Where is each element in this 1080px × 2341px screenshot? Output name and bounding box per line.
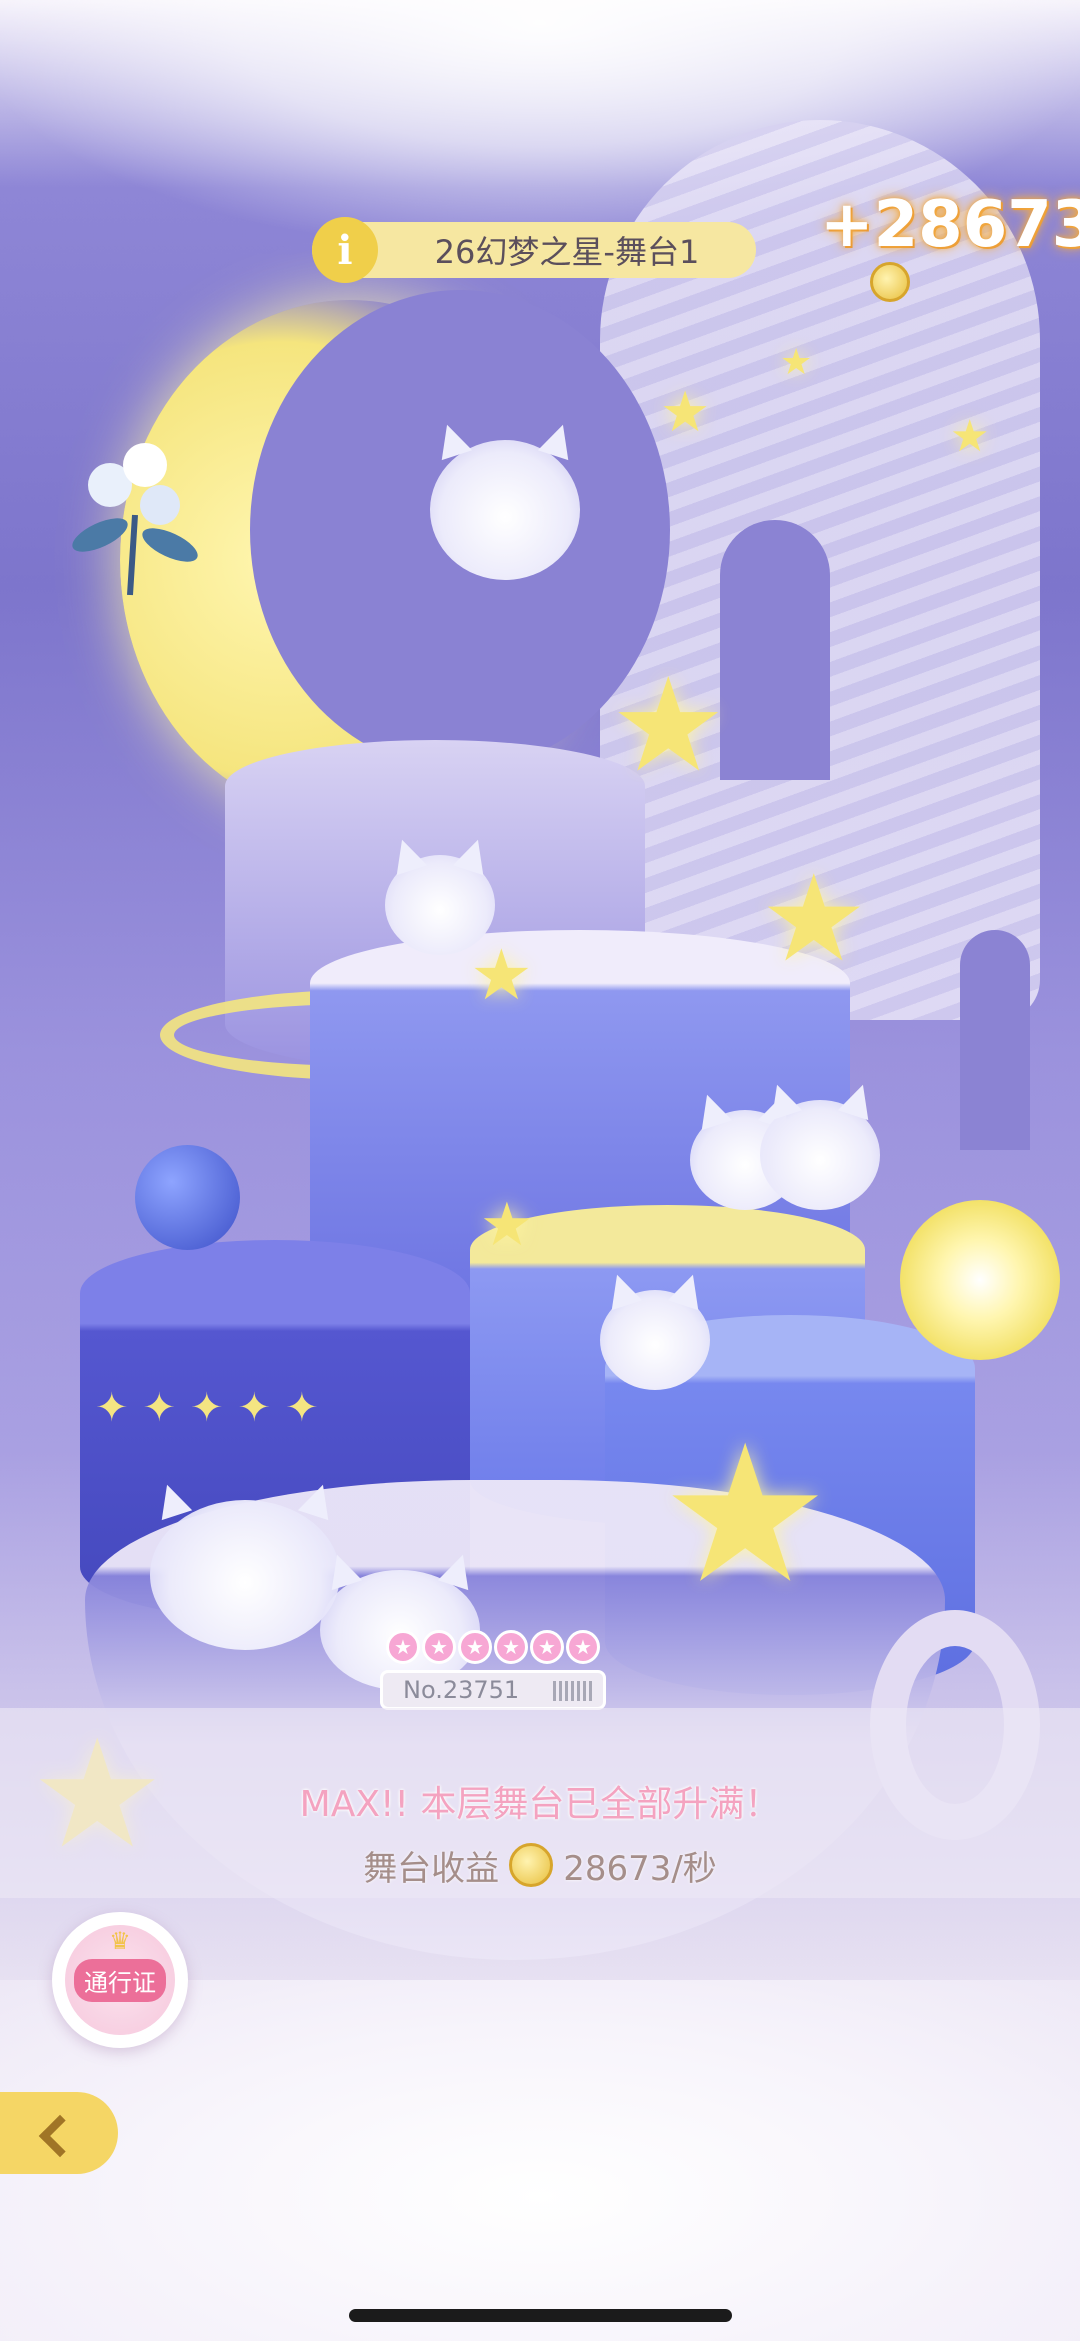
- stage-rating-stars: ★ ★ ★ ★ ★ ★: [378, 1630, 608, 1670]
- stage-number: No.23751: [403, 1676, 520, 1704]
- stage-number-plate: No.23751: [380, 1670, 606, 1710]
- cat-bubble: [760, 1100, 880, 1210]
- barcode-icon: [553, 1681, 593, 1701]
- stage-badge: ★ ★ ★ ★ ★ ★ No.23751: [378, 1630, 608, 1714]
- diamond-pattern: ✦✦✦✦✦: [95, 1385, 333, 1431]
- cloud-floor: [0, 1980, 1080, 2341]
- rating-star: ★: [566, 1630, 600, 1664]
- back-button[interactable]: [0, 2092, 118, 2174]
- stage-earnings-row: 舞台收益 28673/秒: [0, 1840, 1080, 1890]
- earnings-label: 舞台收益: [363, 1848, 500, 1889]
- rating-star: ★: [494, 1630, 528, 1664]
- home-indicator[interactable]: [349, 2309, 732, 2322]
- heart-orb: [900, 1200, 1060, 1360]
- coin-icon: [509, 1843, 554, 1887]
- rating-star: ★: [530, 1630, 564, 1664]
- rating-star: ★: [386, 1630, 420, 1664]
- star-decoration: ★: [610, 649, 727, 801]
- star-decoration: ★: [470, 934, 533, 1016]
- cat-bubble-hanging: [430, 440, 580, 580]
- rating-star: ★: [458, 1630, 492, 1664]
- earnings-value: 28673/秒: [563, 1848, 717, 1889]
- white-flowers-decoration: [60, 425, 210, 605]
- sleeping-cat: [150, 1500, 340, 1650]
- income-popup: +28673: [820, 188, 1080, 262]
- rating-star: ★: [422, 1630, 456, 1664]
- pass-button[interactable]: ♛ 通行证: [52, 1912, 188, 2048]
- star-decoration: ★: [760, 850, 868, 989]
- star-ball-decoration: [135, 1145, 240, 1250]
- coin-icon: [870, 262, 910, 302]
- cat-bubble: [600, 1290, 710, 1390]
- star-decoration: ★: [780, 342, 813, 383]
- back-arrow-icon: [39, 2113, 79, 2153]
- pass-button-face: ♛ 通行证: [65, 1925, 175, 2035]
- pass-label: 通行证: [74, 1958, 166, 2002]
- star-decoration: ★: [660, 380, 711, 445]
- max-level-message: MAX!! 本层舞台已全部升满！: [299, 1784, 781, 1825]
- arch-window: [720, 520, 830, 780]
- star-decoration: ★: [660, 1404, 831, 1625]
- stage-title: 26幻梦之星-舞台1: [434, 233, 700, 271]
- star-decoration: ★: [480, 1190, 534, 1260]
- star-decoration: ★: [950, 411, 990, 462]
- arch-window: [960, 930, 1030, 1150]
- info-icon[interactable]: i: [312, 217, 378, 283]
- crown-icon: ♛: [109, 1927, 131, 1955]
